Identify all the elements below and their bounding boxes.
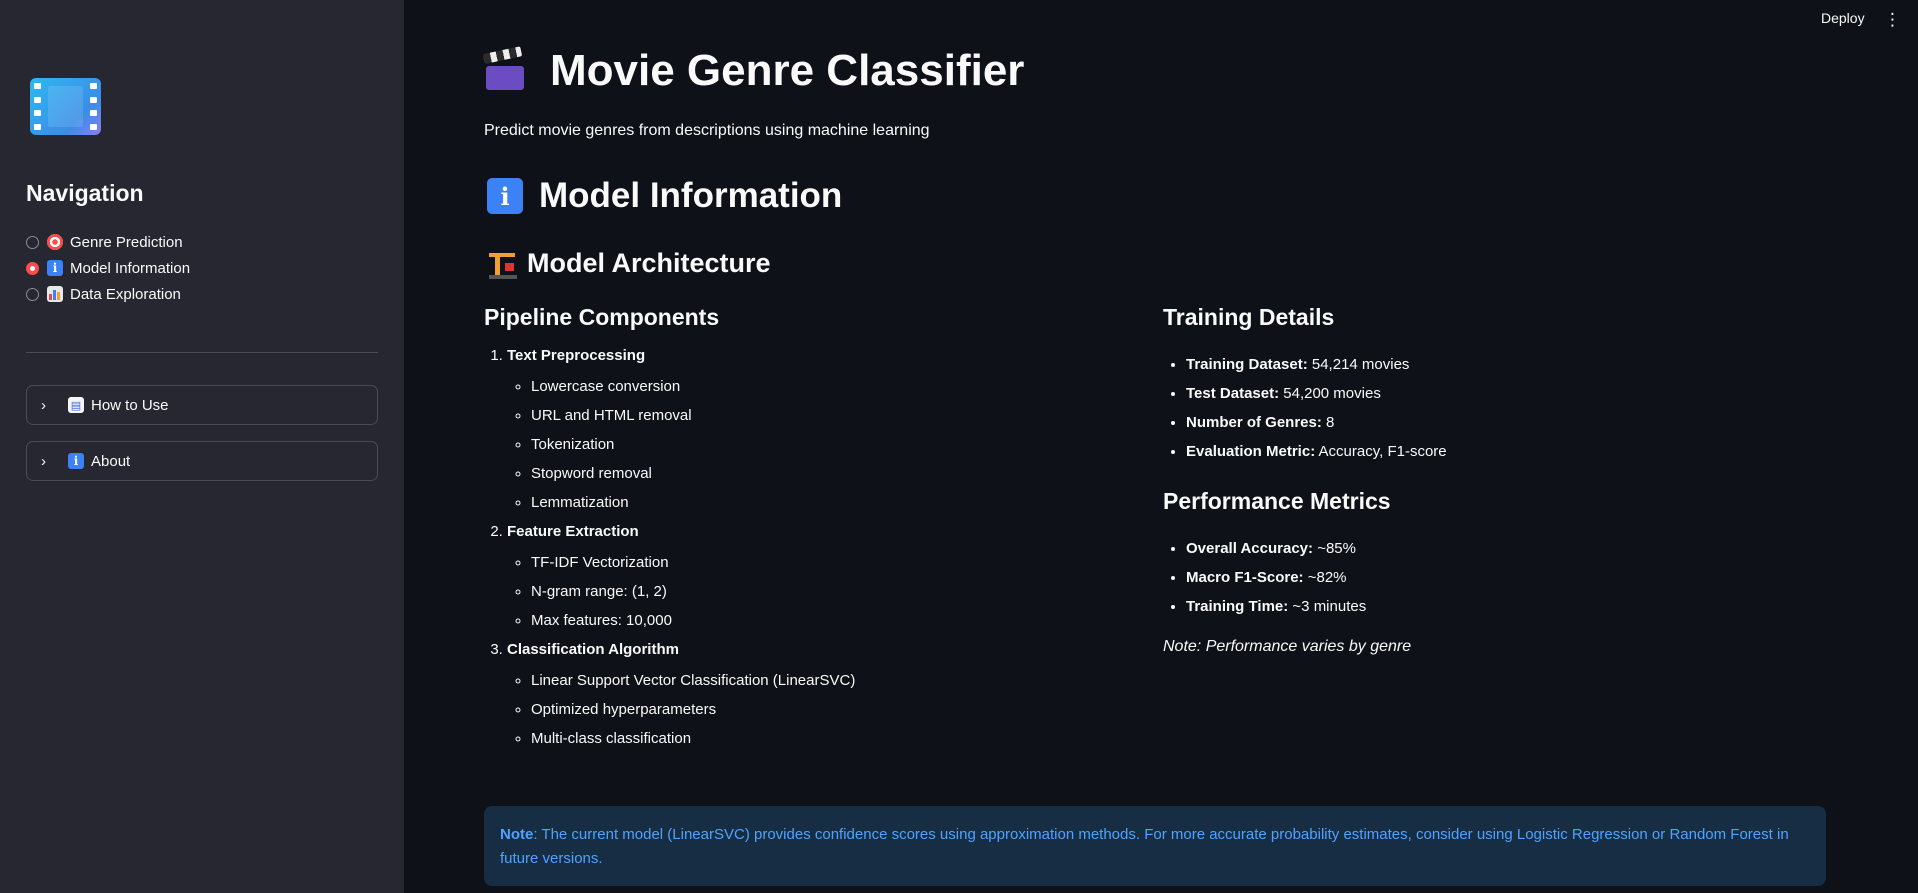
- architecture-title-text: Model Architecture: [527, 248, 771, 278]
- clapperboard-icon: [482, 46, 526, 92]
- list-item: Overall Accuracy: ~85%: [1186, 540, 1366, 558]
- page-title-text: Movie Genre Classifier: [550, 46, 1025, 95]
- expander-label: How to Use: [91, 396, 169, 414]
- training-heading: Training Details: [1163, 304, 1335, 330]
- page-title: Movie Genre Classifier: [482, 46, 1025, 96]
- list-item: TF-IDF Vectorization: [531, 554, 1147, 572]
- section-title: i Model Information: [487, 176, 842, 216]
- info-icon: i: [487, 178, 523, 214]
- nav-option-model-information[interactable]: i Model Information: [26, 255, 190, 281]
- list-item: Lemmatization: [531, 494, 1147, 512]
- sidebar-divider: [26, 352, 378, 353]
- step-title: Feature Extraction: [507, 523, 639, 540]
- navigation-title: Navigation: [26, 180, 144, 206]
- expander-label: About: [91, 452, 131, 470]
- alert-label: Note: [500, 826, 534, 843]
- list-item: Lowercase conversion: [531, 378, 1147, 396]
- pipeline-step: Text Preprocessing Lowercase conversion …: [507, 347, 1147, 512]
- list-item: Max features: 10,000: [531, 612, 1147, 630]
- list-item: Training Dataset: 54,214 movies: [1186, 356, 1447, 374]
- deploy-button[interactable]: Deploy: [1821, 10, 1865, 26]
- nav-option-genre-prediction[interactable]: Genre Prediction: [26, 229, 190, 255]
- bar-chart-icon: [47, 286, 63, 302]
- performance-note: Note: Performance varies by genre: [1163, 638, 1412, 655]
- list-item: Optimized hyperparameters: [531, 701, 1147, 719]
- film-frames-icon: [30, 78, 101, 135]
- page-subtitle: Predict movie genres from descriptions u…: [484, 122, 930, 139]
- list-item: Number of Genres: 8: [1186, 414, 1447, 432]
- list-item: Multi-class classification: [531, 730, 1147, 748]
- radio-button[interactable]: [26, 287, 39, 301]
- list-item: Stopword removal: [531, 465, 1147, 483]
- section-title-text: Model Information: [539, 176, 843, 215]
- list-item: Test Dataset: 54,200 movies: [1186, 385, 1447, 403]
- pipeline-list: Text Preprocessing Lowercase conversion …: [484, 347, 1147, 759]
- sidebar: Navigation Genre Prediction i Model Info…: [0, 0, 404, 893]
- radio-button[interactable]: [26, 235, 39, 249]
- architecture-title: Model Architecture: [489, 248, 771, 279]
- target-icon: [47, 234, 63, 250]
- list-item: Macro F1-Score: ~82%: [1186, 569, 1366, 587]
- list-item: URL and HTML removal: [531, 407, 1147, 425]
- construction-crane-icon: [489, 249, 517, 279]
- pipeline-heading: Pipeline Components: [484, 304, 720, 330]
- performance-heading: Performance Metrics: [1163, 488, 1391, 514]
- performance-metrics-list: Overall Accuracy: ~85% Macro F1-Score: ~…: [1163, 540, 1366, 627]
- chevron-right-icon: ›: [41, 452, 46, 470]
- list-item: Tokenization: [531, 436, 1147, 454]
- step-title: Text Preprocessing: [507, 347, 646, 364]
- about-expander[interactable]: › i About: [26, 441, 378, 481]
- kebab-menu-icon[interactable]: ⋮: [1884, 10, 1901, 30]
- pipeline-step: Classification Algorithm Linear Support …: [507, 641, 1147, 748]
- info-icon: i: [68, 453, 84, 469]
- how-to-use-expander[interactable]: › ▤ How to Use: [26, 385, 378, 425]
- pipeline-step: Feature Extraction TF-IDF Vectorization …: [507, 523, 1147, 630]
- info-alert: Note: The current model (LinearSVC) prov…: [484, 806, 1826, 886]
- list-item: Linear Support Vector Classification (Li…: [531, 672, 1147, 690]
- list-item: Evaluation Metric: Accuracy, F1-score: [1186, 443, 1447, 461]
- alert-text: : The current model (LinearSVC) provides…: [500, 826, 1789, 867]
- book-icon: ▤: [68, 397, 84, 413]
- navigation-radio-group: Genre Prediction i Model Information Dat…: [26, 229, 190, 307]
- nav-option-label: Model Information: [70, 259, 191, 277]
- nav-option-data-exploration[interactable]: Data Exploration: [26, 281, 190, 307]
- training-details-list: Training Dataset: 54,214 movies Test Dat…: [1163, 356, 1447, 472]
- nav-option-label: Data Exploration: [70, 285, 181, 303]
- list-item: Training Time: ~3 minutes: [1186, 598, 1366, 616]
- list-item: N-gram range: (1, 2): [531, 583, 1147, 601]
- info-icon: i: [47, 260, 63, 276]
- nav-option-label: Genre Prediction: [70, 233, 183, 251]
- step-title: Classification Algorithm: [507, 641, 679, 658]
- chevron-right-icon: ›: [41, 396, 46, 414]
- radio-button-selected[interactable]: [26, 261, 39, 275]
